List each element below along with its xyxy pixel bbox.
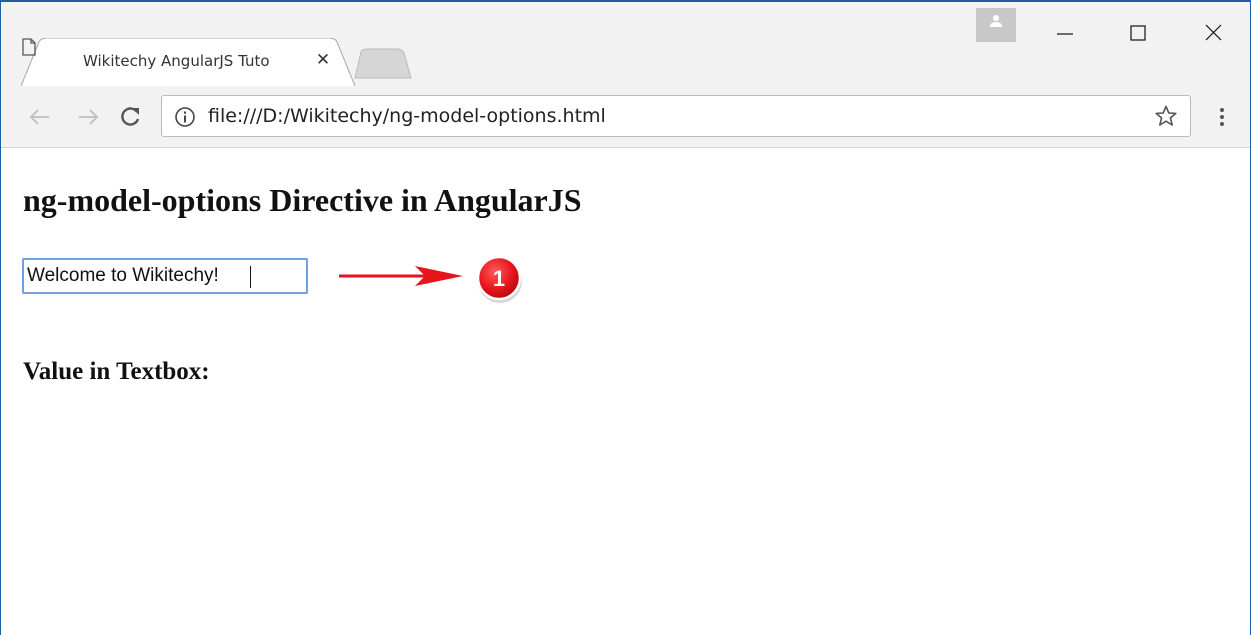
new-tab-button[interactable] xyxy=(351,48,413,80)
browser-tab[interactable]: Wikitechy AngularJS Tuto ✕ xyxy=(21,38,357,86)
text-caret xyxy=(250,266,251,288)
browser-toolbar: file:///D:/Wikitechy/ng-model-options.ht… xyxy=(1,86,1250,148)
title-bar: Wikitechy AngularJS Tuto ✕ xyxy=(1,2,1250,86)
info-icon[interactable] xyxy=(174,106,196,128)
address-bar[interactable]: file:///D:/Wikitechy/ng-model-options.ht… xyxy=(161,95,1191,137)
close-window-button[interactable] xyxy=(1189,8,1239,42)
reload-icon[interactable] xyxy=(115,102,145,132)
maximize-button[interactable] xyxy=(1113,8,1163,42)
page-icon xyxy=(22,38,36,56)
step-badge-number: 1 xyxy=(493,266,505,291)
browser-window: Wikitechy AngularJS Tuto ✕ file:///D:/Wi… xyxy=(0,0,1251,635)
page-heading: ng-model-options Directive in AngularJS xyxy=(23,182,582,218)
tab-title: Wikitechy AngularJS Tuto xyxy=(83,52,270,70)
back-arrow-icon[interactable] xyxy=(25,102,55,132)
annotation-arrow xyxy=(339,266,463,286)
profile-button[interactable] xyxy=(976,8,1016,42)
page-content: ng-model-options Directive in AngularJS … xyxy=(1,148,1250,635)
url-text: file:///D:/Wikitechy/ng-model-options.ht… xyxy=(208,105,606,127)
minimize-button[interactable] xyxy=(1041,8,1091,42)
kebab-menu-icon[interactable] xyxy=(1207,102,1237,132)
value-label: Value in Textbox: xyxy=(23,358,210,385)
forward-arrow-icon[interactable] xyxy=(73,102,103,132)
close-icon[interactable]: ✕ xyxy=(313,50,333,70)
model-text-input[interactable] xyxy=(22,258,308,294)
star-icon[interactable] xyxy=(1154,104,1178,128)
step-badge: 1 xyxy=(476,255,522,303)
person-icon xyxy=(990,15,1002,27)
